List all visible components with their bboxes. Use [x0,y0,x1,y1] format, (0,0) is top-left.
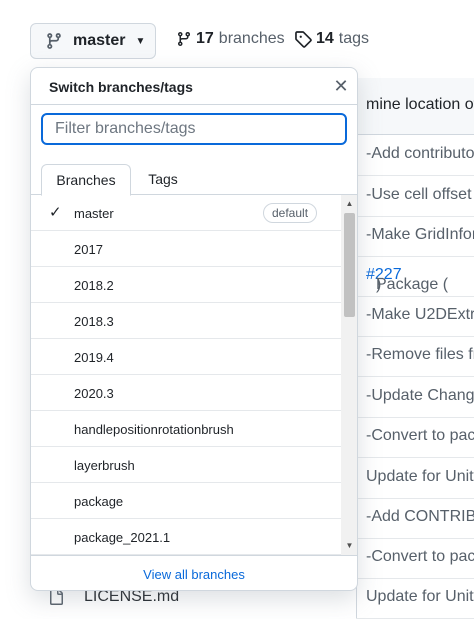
table-row[interactable]: -Make U2DExtra [356,296,474,337]
commit-message[interactable]: -Add CONTRIBU [366,508,474,526]
commit-message[interactable]: -Make U2DExtra [366,306,474,324]
branch-list-scrollbar[interactable]: ▲ ▼ [341,195,357,555]
filter-branches-input[interactable] [41,113,347,145]
tags-link[interactable]: 14 tags [294,30,369,48]
branch-item[interactable]: package_2021.1 [31,519,341,555]
branch-item[interactable]: 2017 [31,231,341,267]
branch-select-button[interactable]: master ▼ [30,23,156,59]
branch-name: package [74,494,124,509]
commit-message[interactable]: Update for Unity [366,468,474,486]
branch-name: 2018.3 [74,314,114,329]
table-row[interactable]: -Make GridInfor [356,216,474,257]
branch-item[interactable]: handlepositionrotationbrush [31,411,341,447]
table-row[interactable]: -Convert to pack [356,417,474,458]
commit-message[interactable]: -Update Change [366,387,474,405]
commit-message[interactable]: Package (#227) [366,266,448,293]
tags-count: 14 [316,30,334,47]
check-icon: ✓ [49,204,62,221]
tag-icon [295,31,312,48]
branch-item[interactable]: 2020.3 [31,375,341,411]
commit-message-suffix: ) [376,276,382,293]
table-row[interactable]: Package (#227) [356,256,474,297]
branches-link[interactable]: 17 branches [176,30,285,48]
commit-message[interactable]: -Convert to pack [366,548,474,566]
branch-item[interactable]: 2018.3 [31,303,341,339]
branch-name: 2017 [74,242,103,257]
branch-name: 2019.4 [74,350,114,365]
table-row[interactable]: Update for Unity [356,578,474,619]
branch-name: 2020.3 [74,386,114,401]
branch-icon [47,33,61,49]
latest-commit-header: mine location of G [356,78,474,135]
branches-count: 17 [196,30,214,47]
tab-branches[interactable]: Branches [41,164,131,196]
branch-name: handlepositionrotationbrush [74,422,234,437]
commit-message[interactable]: -Make GridInfor [366,226,474,244]
branch-switcher-dropdown: Switch branches/tags ✕ Branches Tags ✓ m… [30,67,358,591]
view-all-branches-link[interactable]: View all branches [143,567,245,582]
table-row[interactable]: -Update Change [356,377,474,418]
close-icon[interactable]: ✕ [331,76,351,96]
table-row[interactable]: Update for Unity [356,458,474,499]
branch-item[interactable]: package [31,483,341,519]
branch-item[interactable]: 2019.4 [31,339,341,375]
commit-message[interactable]: -Use cell offset t [366,186,474,204]
branch-item-master[interactable]: ✓ master default [31,195,341,231]
commit-message[interactable]: -Add contributo [366,145,474,163]
commit-message[interactable]: -Remove files fro [366,346,474,364]
branches-label: branches [218,30,285,47]
branch-list: ✓ master default 2017 2018.2 2018.3 2019… [31,195,341,555]
dropdown-title: Switch branches/tags [49,79,193,95]
divider [31,104,357,105]
dropdown-footer: View all branches [31,555,357,590]
table-row[interactable]: -Add contributo [356,135,474,176]
table-row[interactable]: -Convert to pack [356,538,474,579]
table-row[interactable]: -Use cell offset t [356,176,474,217]
branch-button-label: master [73,32,126,49]
tags-label: tags [338,30,370,47]
table-row[interactable]: -Add CONTRIBU [356,498,474,539]
commit-message[interactable]: Update for Unity [366,588,474,606]
commit-message-text: Package ( [376,276,449,293]
table-row[interactable]: -Remove files fro [356,336,474,377]
branch-name: package_2021.1 [74,530,171,545]
branch-item[interactable]: 2018.2 [31,267,341,303]
scroll-down-arrow-icon[interactable]: ▼ [341,539,357,553]
default-badge: default [263,203,318,223]
commit-message[interactable]: -Convert to pack [366,427,474,445]
branch-name: 2018.2 [74,278,114,293]
branch-icon [177,32,190,47]
latest-commit-text: mine location of G [366,96,474,113]
scroll-up-arrow-icon[interactable]: ▲ [341,197,357,211]
branch-name: layerbrush [74,458,135,473]
ref-type-tabs: Branches Tags [31,164,357,196]
tab-tags[interactable]: Tags [133,164,193,194]
scrollbar-thumb[interactable] [344,213,355,317]
caret-down-icon: ▼ [135,35,146,47]
branch-name: master [74,206,114,221]
branch-item[interactable]: layerbrush [31,447,341,483]
